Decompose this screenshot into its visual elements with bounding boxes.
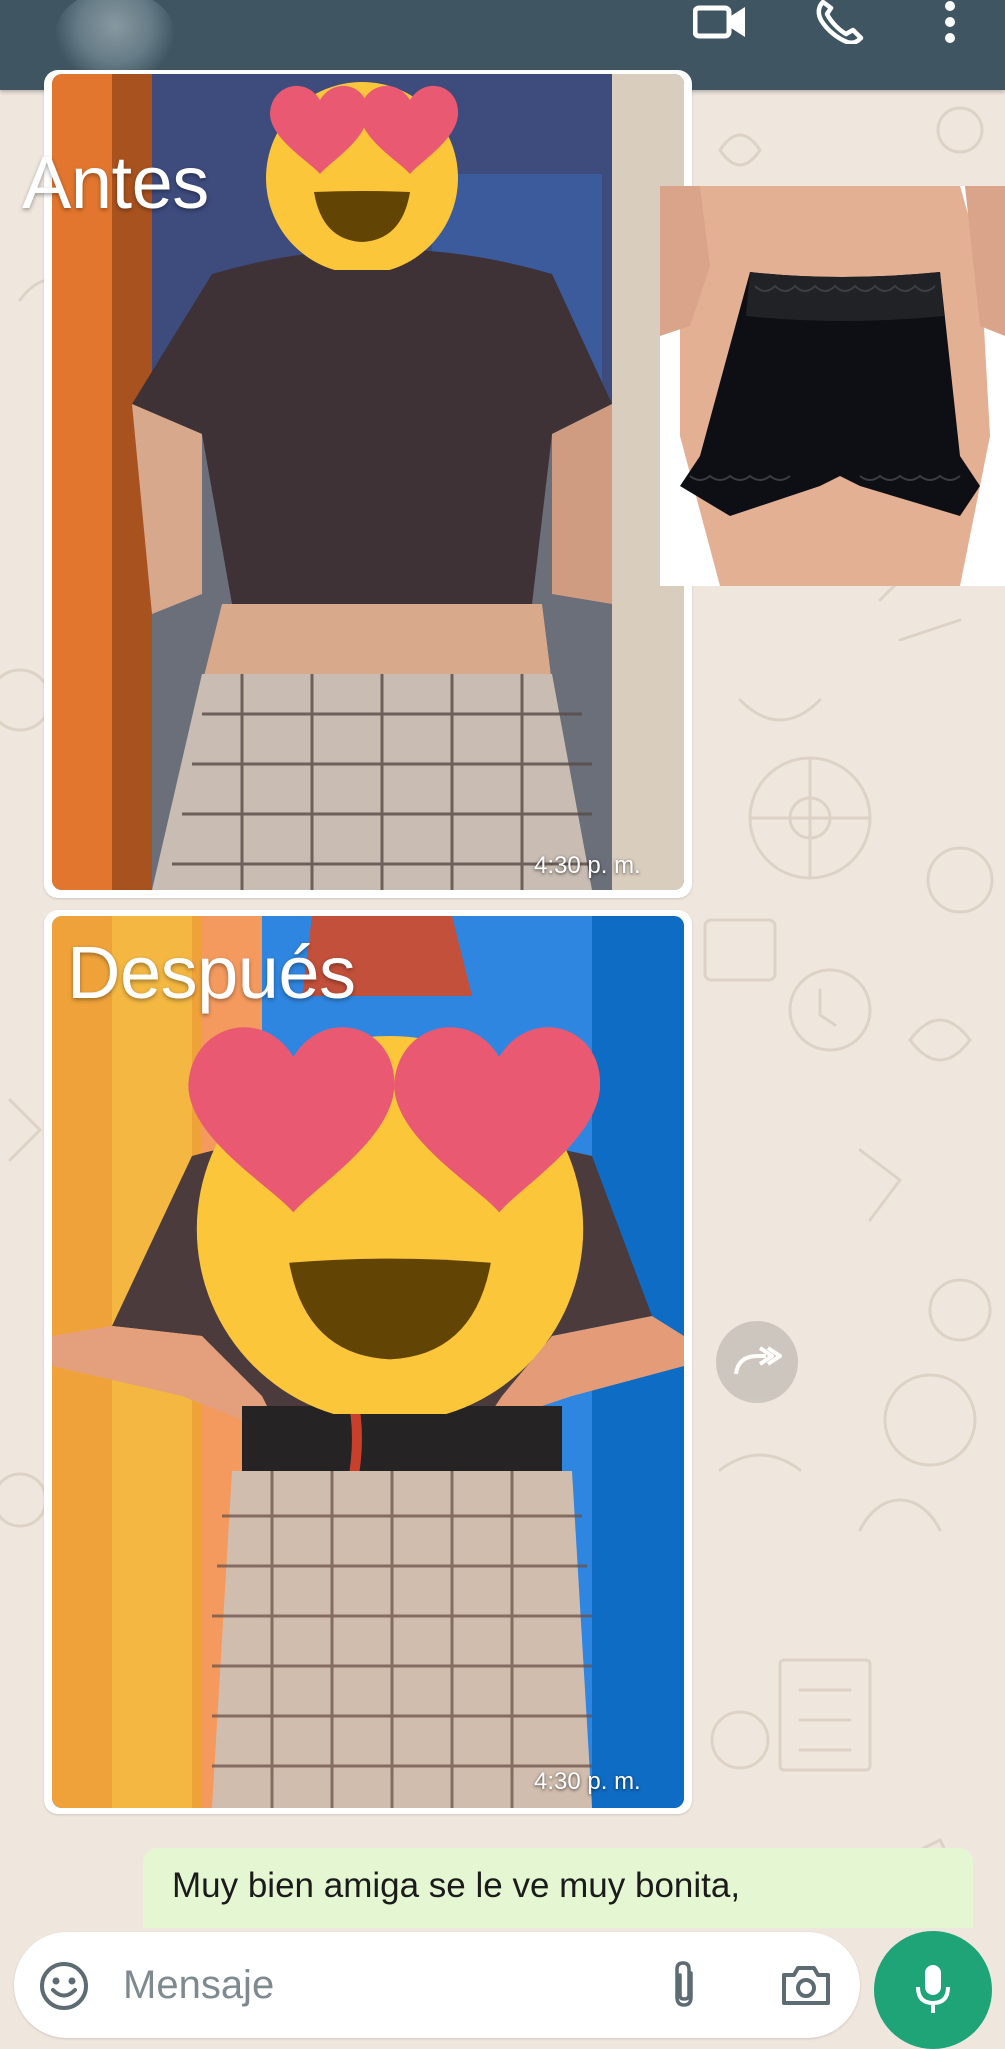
before-label: Antes — [22, 141, 209, 224]
image-message-before[interactable]: Antes 4:30 p. m. — [22, 70, 692, 898]
message-input[interactable]: Mensaje — [123, 1963, 274, 2008]
contact-avatar[interactable] — [55, 0, 175, 80]
phone-call-icon[interactable] — [810, 0, 870, 44]
outgoing-message-bubble[interactable]: Muy bien amiga se le ve muy bonita, — [143, 1848, 973, 1928]
shapewear-product-image[interactable] — [660, 186, 1005, 586]
video-call-icon[interactable] — [690, 0, 750, 44]
forward-button[interactable] — [716, 1321, 798, 1403]
heart-eyes-emoji-sticker — [262, 70, 462, 275]
message-text: Muy bien amiga se le ve muy bonita, — [172, 1866, 741, 1905]
attach-icon[interactable] — [664, 1958, 704, 2012]
after-timestamp: 4:30 p. m. — [534, 1768, 641, 1795]
heart-eyes-emoji-sticker — [180, 994, 601, 1423]
image-message-after[interactable]: Después 4:30 p. m. — [44, 910, 692, 1814]
more-options-icon[interactable] — [930, 0, 970, 44]
forward-icon — [734, 1346, 782, 1375]
camera-icon[interactable] — [778, 1960, 834, 2010]
emoji-icon[interactable] — [38, 1960, 90, 2012]
message-input-bar[interactable]: Mensaje — [14, 1932, 860, 2038]
voice-record-button[interactable] — [874, 1931, 992, 2049]
mic-icon — [916, 1965, 950, 2013]
before-timestamp: 4:30 p. m. — [534, 852, 641, 879]
